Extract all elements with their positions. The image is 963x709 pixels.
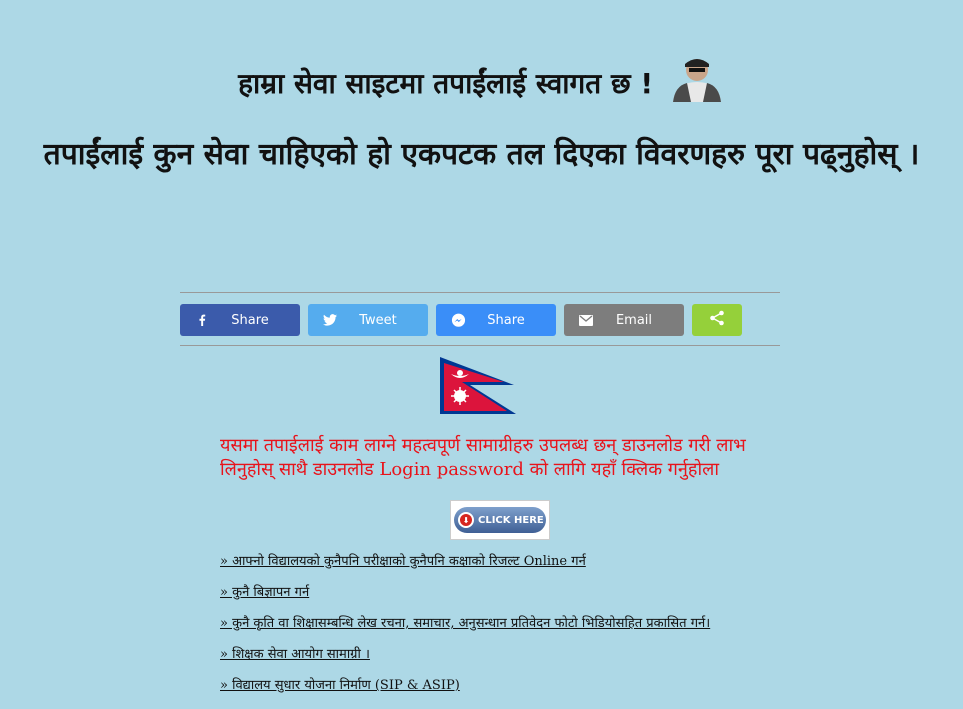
click-here-label: CLICK HERE [478,514,544,526]
facebook-share-button[interactable]: Share [180,304,300,336]
messenger-share-button[interactable]: Share [436,304,556,336]
click-here-button[interactable]: ⬇ CLICK HERE [450,500,550,540]
avatar-image [672,59,721,102]
nepal-flag-image [440,357,516,414]
email-share-button[interactable]: Email [564,304,684,336]
instruction-heading: तपाईंलाई कुन सेवा चाहिएको हो एकपटक तल दि… [43,137,920,172]
welcome-heading: हाम्रा सेवा साइटमा तपाईंलाई स्वागत छ ! [0,52,963,102]
share-icon [709,310,725,330]
welcome-text: हाम्रा सेवा साइटमा तपाईंलाई स्वागत छ ! [238,67,654,100]
link-teacher-service-commission[interactable]: » शिक्षक सेवा आयोग सामाग्री । [220,645,710,676]
link-school-improvement-plan[interactable]: » विद्यालय सुधार योजना निर्माण (SIP & AS… [220,676,710,707]
twitter-tweet-button[interactable]: Tweet [308,304,428,336]
facebook-icon [180,314,224,326]
link-advertisement[interactable]: » कुनै बिज्ञापन गर्न [220,583,710,614]
share-bar: Share Tweet Share Email [180,292,780,346]
link-online-result[interactable]: » आफ्नो विद्यालयको कुनैपनि परीक्षाको कुन… [220,552,710,583]
twitter-tweet-label: Tweet [359,312,397,328]
click-here-pill: ⬇ CLICK HERE [454,507,546,533]
link-publish-article[interactable]: » कुनै कृति वा शिक्षासम्बन्धि लेख रचना, … [220,614,710,645]
facebook-share-label: Share [231,312,269,328]
services-link-list: » आफ्नो विद्यालयको कुनैपनि परीक्षाको कुन… [220,552,710,707]
sharethis-button[interactable] [692,304,742,336]
messenger-share-label: Share [487,312,525,328]
email-icon [564,314,608,326]
download-icon: ⬇ [458,512,474,528]
messenger-icon [436,313,480,328]
download-notice: यसमा तपाईलाई काम लाग्ने महत्वपूर्ण सामाग… [220,435,746,480]
twitter-icon [308,314,352,326]
email-share-label: Email [615,312,653,328]
